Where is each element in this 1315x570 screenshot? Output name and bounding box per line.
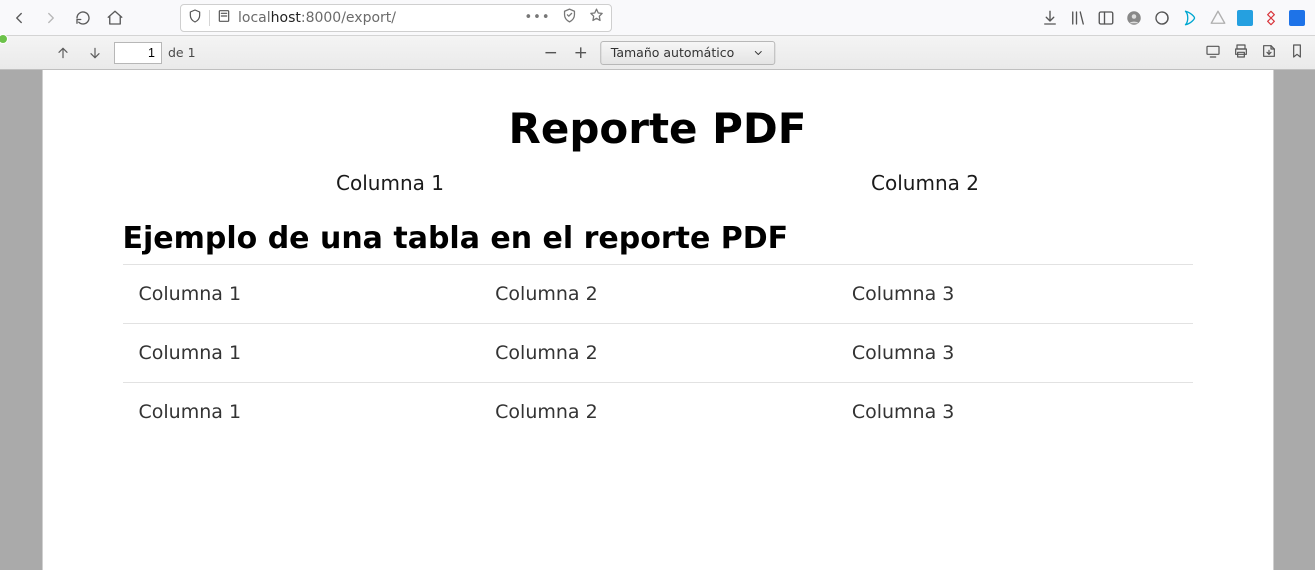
back-button[interactable] (6, 5, 32, 31)
table-cell: Columna 1 (123, 324, 480, 383)
table-row: Columna 1 Columna 2 Columna 3 (123, 324, 1193, 383)
page-number-input[interactable] (114, 42, 162, 64)
page-count-label: de 1 (168, 45, 196, 60)
pdf-page: Reporte PDF Columna 1 Columna 2 Ejemplo … (43, 70, 1273, 570)
table-cell: Columna 1 (123, 265, 480, 324)
url-text: localhost:8000/export/ (238, 10, 396, 26)
extension-3-icon[interactable] (1209, 9, 1227, 27)
top-column-1: Columna 1 (336, 171, 444, 195)
extension-2-icon[interactable] (1181, 9, 1199, 27)
library-icon[interactable] (1069, 9, 1087, 27)
report-subtitle: Ejemplo de una tabla en el reporte PDF (123, 221, 1193, 256)
table-cell: Columna 3 (836, 324, 1193, 383)
bookmark-star-icon[interactable] (588, 7, 605, 28)
zoom-in-button[interactable]: + (570, 42, 592, 64)
tracking-shield-icon[interactable] (187, 8, 203, 28)
table-cell: Columna 2 (479, 324, 836, 383)
zoom-select-label: Tamaño automático (611, 45, 734, 60)
pdf-viewer-toolbar: de 1 − + Tamaño automático (0, 36, 1315, 70)
pdf-viewport[interactable]: Reporte PDF Columna 1 Columna 2 Ejemplo … (0, 70, 1315, 570)
report-table: Columna 1 Columna 2 Columna 3 Columna 1 … (123, 264, 1193, 441)
table-row: Columna 1 Columna 2 Columna 3 (123, 383, 1193, 442)
downloads-icon[interactable] (1041, 9, 1059, 27)
zoom-select[interactable]: Tamaño automático (600, 41, 775, 65)
sidebar-icon[interactable] (1097, 9, 1115, 27)
page-actions-icon[interactable]: ••• (524, 10, 550, 25)
extension-5-icon[interactable] (1263, 10, 1279, 26)
home-button[interactable] (102, 5, 128, 31)
extension-6-icon[interactable] (1289, 10, 1305, 26)
reload-button[interactable] (70, 5, 96, 31)
reader-mode-shield-icon[interactable] (561, 7, 578, 28)
forward-button[interactable] (38, 5, 64, 31)
browser-right-icons (1041, 9, 1309, 27)
chevron-down-icon (752, 47, 764, 59)
table-cell: Columna 2 (479, 265, 836, 324)
report-title: Reporte PDF (123, 104, 1193, 153)
zoom-out-button[interactable]: − (540, 42, 562, 64)
table-cell: Columna 3 (836, 265, 1193, 324)
toolbar-indicator-dot (0, 34, 8, 44)
url-bar[interactable]: localhost:8000/export/ ••• (180, 4, 612, 32)
table-row: Columna 1 Columna 2 Columna 3 (123, 265, 1193, 324)
browser-nav-bar: localhost:8000/export/ ••• (0, 0, 1315, 36)
next-page-button[interactable] (82, 40, 108, 66)
presentation-mode-button[interactable] (1205, 43, 1221, 62)
extension-4-icon[interactable] (1237, 10, 1253, 26)
download-pdf-button[interactable] (1261, 43, 1277, 62)
report-top-columns: Columna 1 Columna 2 (123, 171, 1193, 195)
site-info-icon[interactable] (216, 8, 232, 28)
bookmark-pdf-button[interactable] (1289, 43, 1305, 62)
table-cell: Columna 1 (123, 383, 480, 442)
table-cell: Columna 3 (836, 383, 1193, 442)
print-button[interactable] (1233, 43, 1249, 62)
account-avatar-icon[interactable] (1125, 9, 1143, 27)
prev-page-button[interactable] (50, 40, 76, 66)
top-column-2: Columna 2 (871, 171, 979, 195)
table-cell: Columna 2 (479, 383, 836, 442)
extension-1-icon[interactable] (1153, 9, 1171, 27)
